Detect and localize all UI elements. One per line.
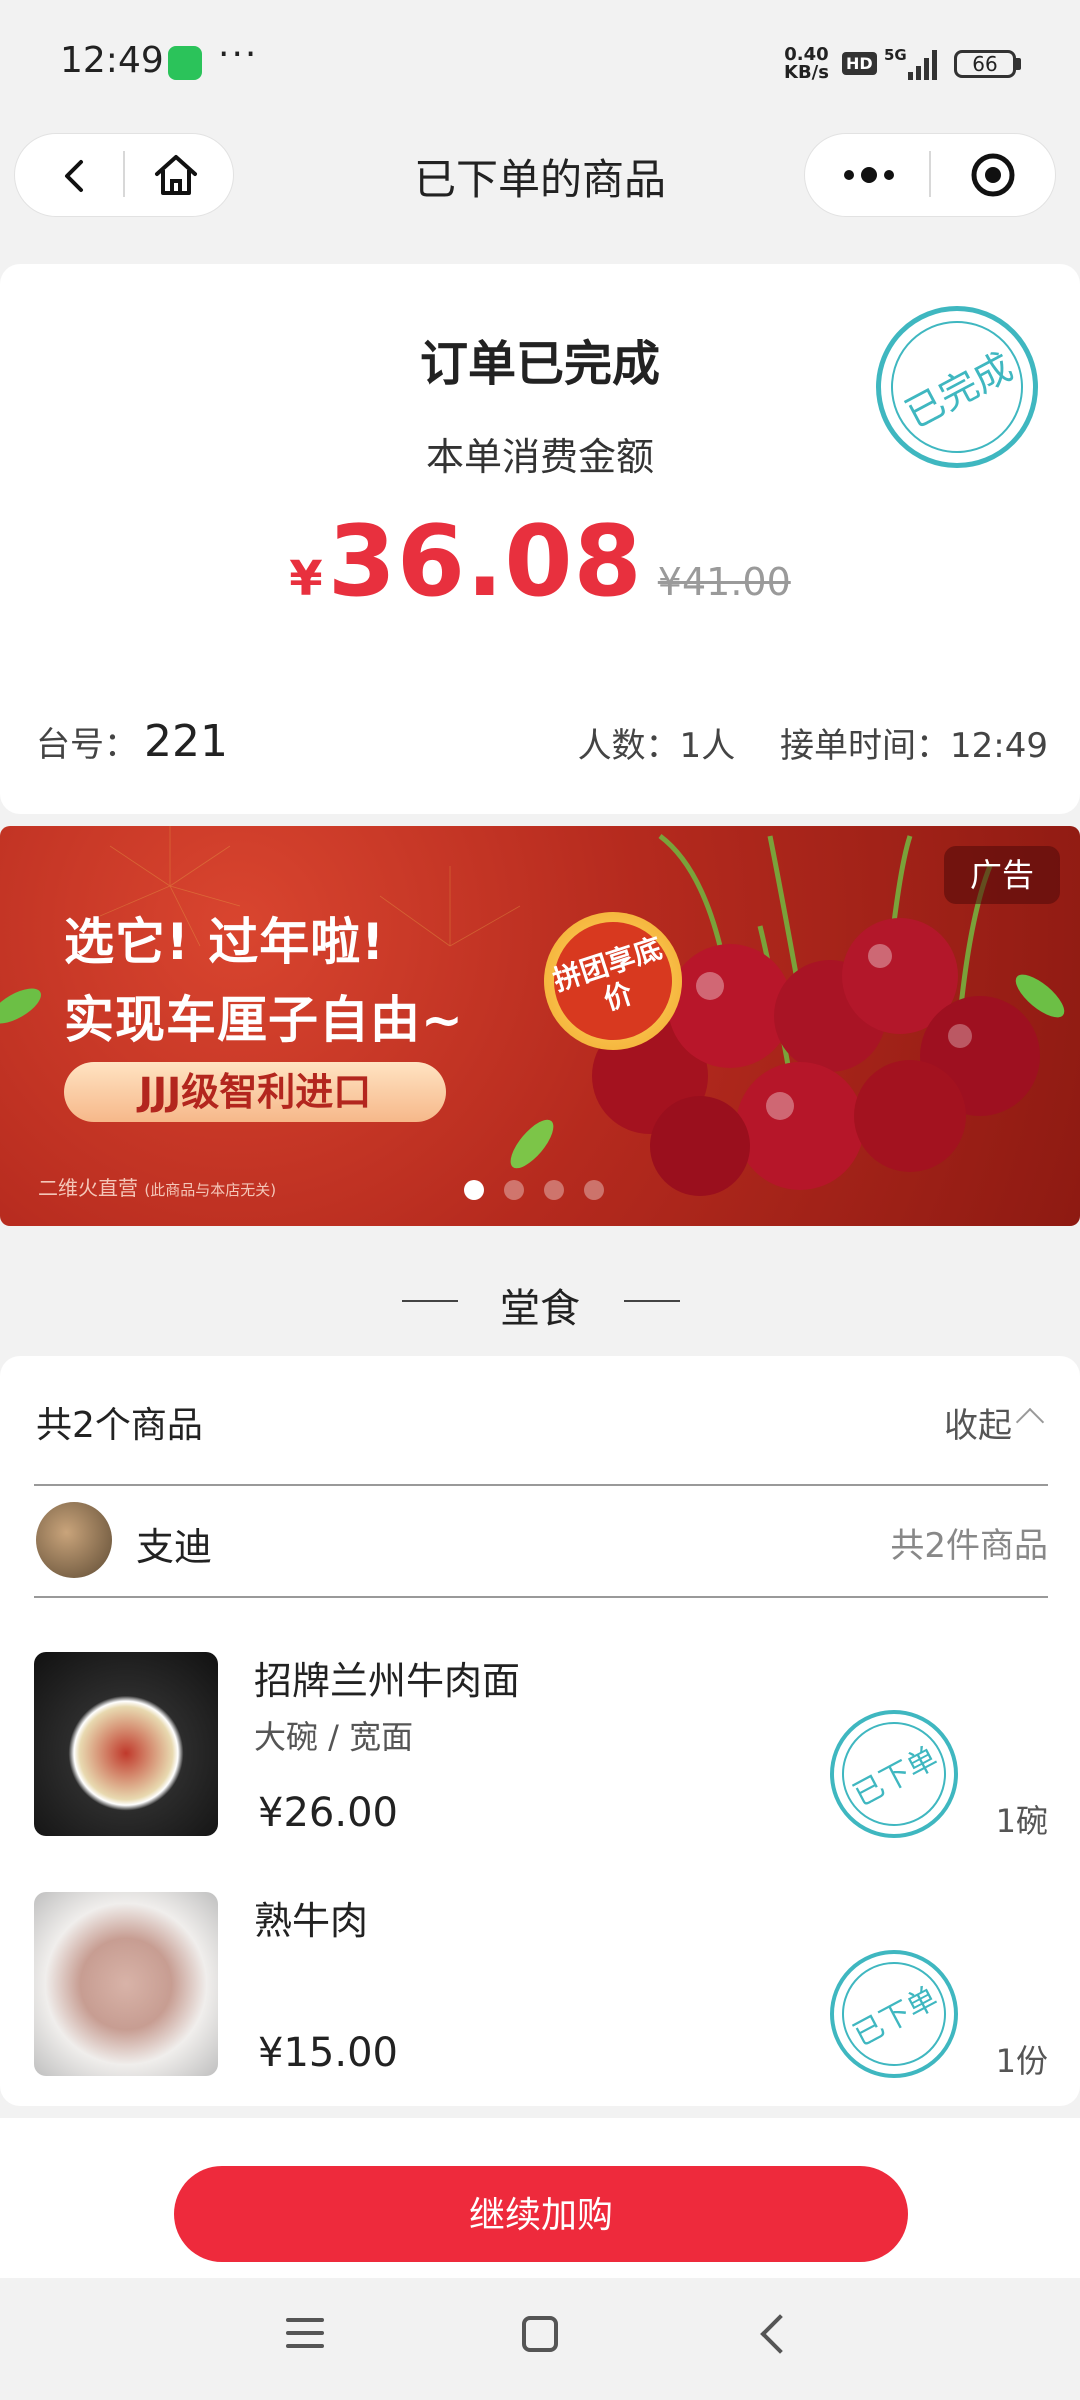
- ordered-stamp: 已下单: [823, 1943, 965, 2085]
- network-type: 5G: [884, 46, 907, 64]
- item-name: 熟牛肉: [254, 1899, 369, 1943]
- carousel-indicator: [464, 1180, 624, 1200]
- nav-right-capsule: [804, 133, 1056, 217]
- home-square-icon[interactable]: [522, 2316, 558, 2352]
- shop-name: 支迪: [136, 1525, 213, 1569]
- close-miniprogram-icon[interactable]: [969, 151, 1017, 199]
- item-image[interactable]: [34, 1892, 218, 2076]
- original-amount: ¥41.00: [657, 560, 791, 604]
- order-amount: 36.08: [327, 505, 643, 619]
- item-price: ¥26.00: [258, 1790, 398, 1836]
- shop-avatar: [36, 1502, 112, 1578]
- price-row: ¥ 36.08 ¥41.00: [0, 505, 1080, 619]
- item-quantity: 1份: [995, 2042, 1048, 2080]
- people-count: 人数：1人: [577, 726, 736, 766]
- table-info: 台号： 221: [36, 716, 228, 767]
- order-meta: 人数：1人 接单时间：12:49: [578, 718, 1048, 767]
- shop-item-count: 共2件商品: [890, 1526, 1048, 1566]
- continue-ordering-button[interactable]: 继续加购: [174, 2166, 908, 2262]
- banner-source: 二维火直营 (此商品与本店无关): [38, 1176, 277, 1200]
- section-title: 堂食: [500, 1286, 580, 1332]
- battery-icon: 66: [954, 50, 1016, 78]
- battery-tip: [1016, 58, 1021, 70]
- currency-symbol: ¥: [289, 551, 323, 607]
- item-quantity: 1碗: [995, 1802, 1048, 1840]
- completed-stamp: 已完成: [867, 297, 1047, 477]
- nav-divider: [929, 151, 931, 197]
- table-label: 台号：: [36, 725, 138, 765]
- section-line-right: [624, 1300, 680, 1302]
- ad-label: 广告: [944, 846, 1060, 904]
- items-count: 共2个商品: [36, 1405, 203, 1446]
- wechat-icon: [168, 46, 202, 80]
- divider: [34, 1484, 1048, 1486]
- status-time: 12:49: [60, 40, 164, 81]
- item-name: 招牌兰州牛肉面: [254, 1659, 521, 1703]
- network-speed: 0.40 KB/s: [784, 44, 829, 83]
- hd-icon: HD: [842, 52, 877, 75]
- carousel-dot[interactable]: [584, 1180, 604, 1200]
- carousel-dot[interactable]: [504, 1180, 524, 1200]
- item-price: ¥15.00: [258, 2030, 398, 2076]
- carousel-dot[interactable]: [544, 1180, 564, 1200]
- item-image[interactable]: [34, 1652, 218, 1836]
- collapse-button[interactable]: 收起: [944, 1398, 1012, 1447]
- signal-icon: 5G: [884, 46, 937, 80]
- item-spec: 大碗 / 宽面: [254, 1718, 414, 1756]
- carousel-dot[interactable]: [464, 1180, 484, 1200]
- more-notifications-icon: ···: [218, 34, 259, 75]
- more-icon[interactable]: [841, 162, 897, 188]
- banner-headline-2: 实现车厘子自由~: [64, 991, 464, 1049]
- banner-pill: JJJ级智利进口: [64, 1062, 446, 1122]
- order-time: 接单时间：12:49: [780, 726, 1048, 766]
- menu-icon[interactable]: [286, 2318, 324, 2348]
- divider: [34, 1596, 1048, 1598]
- banner-headline-1: 选它! 过年啦!: [64, 913, 386, 971]
- table-number: 221: [144, 716, 228, 767]
- ordered-stamp: 已下单: [823, 1703, 965, 1845]
